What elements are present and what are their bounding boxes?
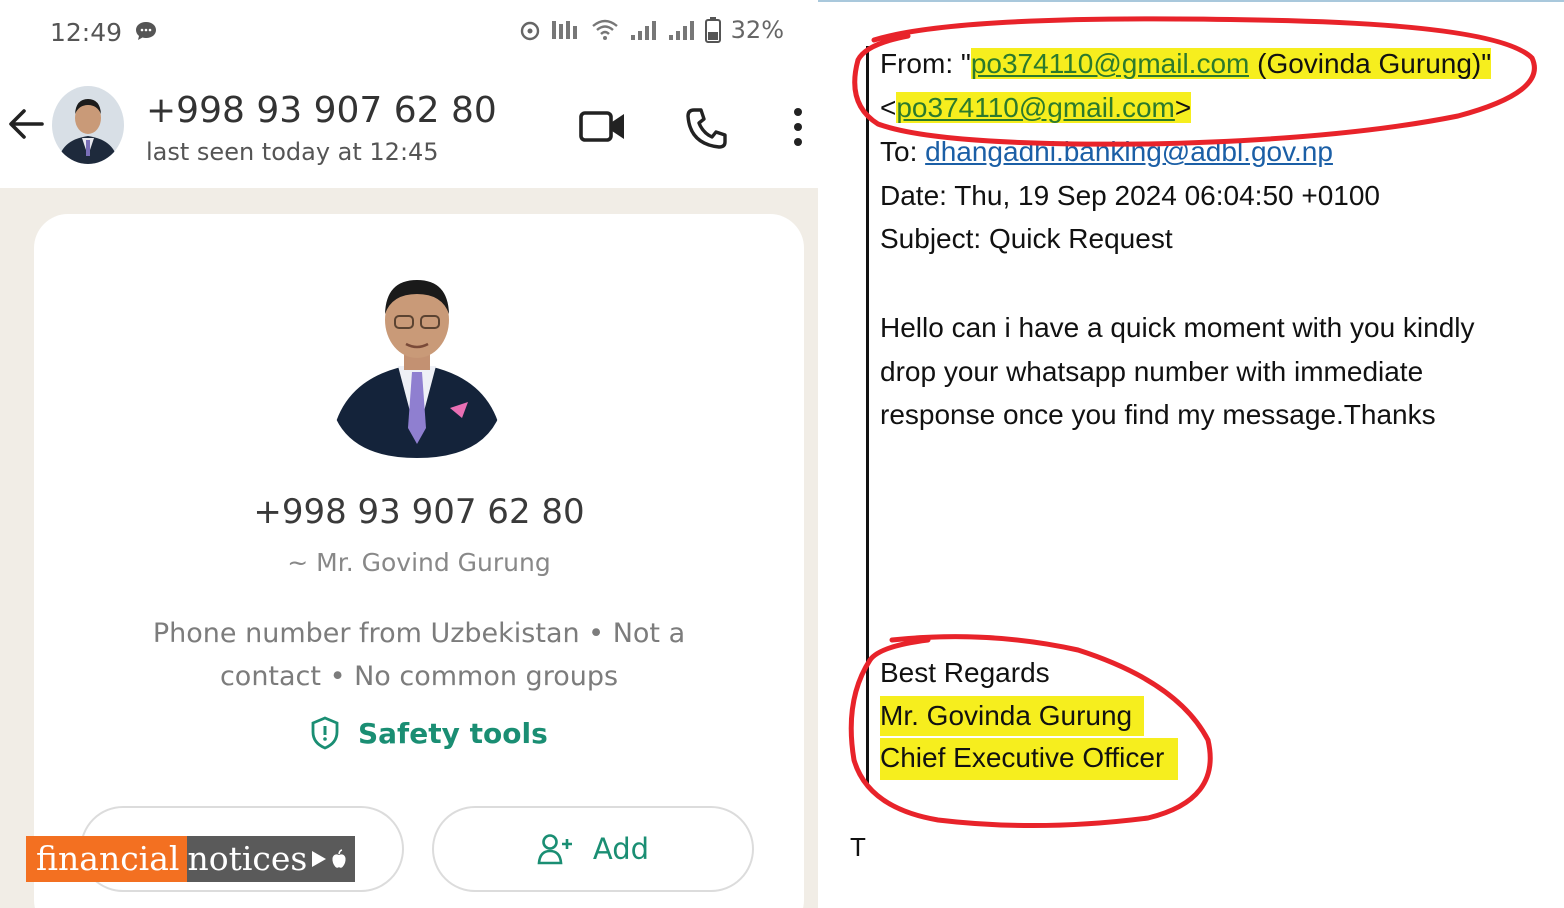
red-circle-sender [852, 16, 1537, 147]
back-arrow-icon[interactable] [6, 104, 46, 144]
last-seen-status: last seen today at 12:45 [146, 138, 439, 166]
top-border [818, 0, 1564, 2]
status-time: 12:49 [50, 18, 123, 47]
safety-tools-label: Safety tools [358, 716, 548, 750]
profile-info-line: Phone number from Uzbekistan • Not a [152, 618, 686, 649]
signature-name: Mr. Govinda Gurung [880, 696, 1145, 736]
add-button-label: Add [592, 832, 650, 866]
safety-tools-link[interactable]: Safety tools [310, 716, 548, 750]
email-signature-title-row: Chief Executive Officer [880, 738, 1179, 780]
volte-icon [551, 21, 577, 39]
email-body: Hello can i have a quick moment with you… [880, 312, 1475, 430]
add-contact-button[interactable]: Add [432, 806, 754, 892]
from-name: (Govinda Gurung)" [1249, 48, 1492, 79]
status-bar: 12:49 32% [0, 0, 818, 62]
email-regards: Best Regards [880, 657, 1050, 688]
contact-info-card: +998 93 907 62 80 ~ Mr. Govind Gurung Ph… [34, 214, 804, 908]
from-gt: > [1174, 92, 1192, 123]
chat-header: +998 93 907 62 80 last seen today at 12:… [0, 62, 818, 188]
add-person-icon [537, 834, 572, 865]
chat-bubble-icon [136, 22, 156, 40]
signature-title: Chief Executive Officer [880, 738, 1179, 780]
battery-percent: 32% [730, 16, 784, 44]
shield-icon [311, 716, 339, 750]
to-label: To: [880, 136, 926, 167]
profile-info-line: contact • No common groups [219, 661, 619, 692]
logo-text-part2: notices [187, 836, 356, 882]
financialnotices-logo: financial notices [26, 836, 356, 882]
email-screenshot: From: "po374110@gmail.com (Govinda Gurun… [818, 0, 1564, 908]
signal-icon [668, 21, 694, 40]
profile-phone-number: +998 93 907 62 80 [253, 492, 585, 532]
whatsapp-screenshot: 12:49 32% +998 93 907 62 80 last seen to… [0, 0, 818, 908]
email-subject-line: Subject: Quick Request [880, 223, 1173, 254]
email-from-line: From: "po374110@gmail.com (Govinda Gurun… [880, 48, 1492, 80]
from-label: From: " [880, 48, 971, 79]
logo-text-part1: financial [26, 836, 188, 882]
contact-number-title[interactable]: +998 93 907 62 80 [146, 90, 497, 131]
from-email-link[interactable]: po374110@gmail.com [896, 92, 1175, 123]
wifi-icon [591, 19, 618, 40]
trailing-text: T [850, 832, 866, 862]
alarm-icon [520, 21, 539, 41]
signal-icon [630, 21, 656, 40]
more-options-icon[interactable] [790, 106, 806, 148]
profile-photo[interactable] [328, 258, 506, 458]
from-email-link[interactable]: po374110@gmail.com [970, 48, 1250, 79]
video-call-icon[interactable] [578, 108, 628, 144]
status-icons: 32% [519, 16, 784, 44]
logo-text-part2-label: notices [187, 839, 308, 878]
to-email-link[interactable]: dhangadhi.banking@adbl.gov.np [925, 136, 1333, 167]
email-from-address-line: <po374110@gmail.com> [880, 92, 1192, 124]
from-lt: < [880, 92, 897, 123]
play-store-icon [312, 851, 327, 867]
contact-avatar[interactable] [52, 86, 124, 164]
phone-call-icon[interactable] [684, 106, 730, 150]
email-signature-name-row: Mr. Govinda Gurung [880, 696, 1145, 736]
email-to-line: To: dhangadhi.banking@adbl.gov.np [880, 136, 1333, 168]
apple-icon [332, 849, 346, 868]
profile-display-name: ~ Mr. Govind Gurung [287, 548, 551, 577]
email-date-line: Date: Thu, 19 Sep 2024 06:04:50 +0100 [880, 180, 1381, 211]
quote-bar [866, 46, 869, 784]
profile-info-text: Phone number from Uzbekistan • Not a con… [124, 612, 714, 698]
battery-icon [704, 17, 721, 43]
